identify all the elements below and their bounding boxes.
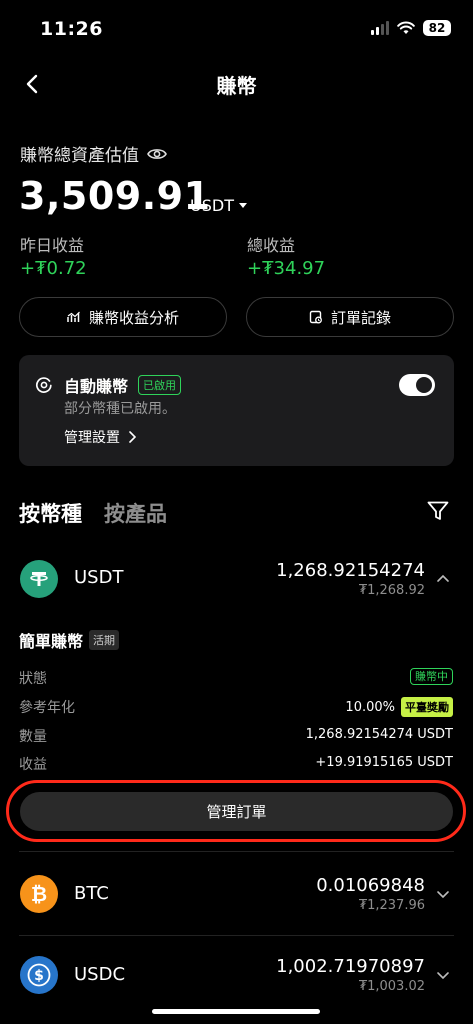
auto-earn-toggle[interactable] (399, 374, 435, 396)
coin-name-usdt: USDT (74, 567, 124, 588)
status-label: 狀態 (19, 671, 47, 687)
page-title: 賺幣 (216, 74, 257, 98)
chart-icon (67, 311, 80, 322)
apr-value-wrap: 10.00% 平臺獎勵 (345, 697, 453, 717)
divider (19, 935, 454, 936)
earnings-analysis-label: 賺幣收益分析 (88, 308, 179, 327)
auto-earn-subtitle: 部分幣種已啟用。 (64, 401, 176, 417)
earnings-analysis-button[interactable]: 賺幣收益分析 (19, 297, 227, 337)
svg-text:$: $ (34, 968, 44, 984)
order-history-button[interactable]: 訂單記錄 (246, 297, 454, 337)
currency-label: USDT (190, 196, 234, 215)
coin-fiat-btc: ₮1,237.96 (358, 898, 425, 913)
quantity-value: 1,268.92154274 USDT (305, 727, 453, 742)
coin-name-btc: BTC (74, 883, 109, 904)
status-badge: 賺幣中 (410, 668, 453, 685)
status-icons: 82 (371, 20, 451, 36)
status-value-wrap: 賺幣中 (410, 668, 453, 685)
auto-earn-icon (35, 377, 52, 393)
earnings-label: 收益 (19, 757, 47, 773)
divider (19, 851, 454, 852)
total-assets-label-text: 賺幣總資產估值 (20, 146, 139, 166)
total-assets-value: 3,509.91 (19, 174, 211, 218)
enabled-badge: 已啟用 (138, 375, 181, 395)
total-earnings-value: +₮34.97 (247, 258, 326, 279)
usdc-logo-icon: $ (20, 956, 58, 994)
simple-earn-title-text: 簡單賺幣 (19, 632, 84, 651)
total-earnings-label: 總收益 (247, 236, 296, 255)
apr-value: 10.00% (345, 699, 395, 715)
coin-amount-btc: 0.01069848 (316, 875, 425, 896)
btc-logo-icon: ₿ (20, 875, 58, 913)
manage-settings-label: 管理設置 (64, 430, 120, 446)
home-indicator[interactable] (152, 1009, 320, 1014)
chevron-down-icon[interactable] (436, 971, 450, 980)
signal-icon (371, 21, 389, 35)
currency-selector[interactable]: USDT (190, 196, 247, 215)
usdt-logo-icon (20, 560, 58, 598)
earnings-value: +19.91915165 USDT (315, 755, 453, 770)
tab-by-coin[interactable]: 按幣種 (19, 498, 82, 528)
coin-name-usdc: USDC (74, 964, 126, 985)
chevron-right-icon (129, 431, 136, 443)
coin-fiat-usdt: ₮1,268.92 (358, 583, 425, 598)
manage-settings-link[interactable]: 管理設置 (64, 427, 136, 447)
coin-fiat-usdc: ₮1,003.02 (358, 979, 425, 994)
flexible-tag: 活期 (89, 630, 120, 650)
coin-amount-usdt: 1,268.92154274 (276, 560, 425, 581)
manage-order-button[interactable]: 管理訂單 (20, 792, 453, 831)
eye-icon[interactable] (147, 147, 167, 161)
platform-reward-badge[interactable]: 平臺獎勵 (401, 697, 453, 717)
chevron-down-icon[interactable] (436, 890, 450, 899)
clock-document-icon (309, 310, 322, 324)
caret-down-icon (238, 202, 247, 208)
tab-by-product[interactable]: 按產品 (104, 498, 167, 528)
filter-icon[interactable] (427, 501, 449, 521)
chevron-up-icon[interactable] (436, 574, 450, 583)
auto-earn-title: 自動賺幣 (64, 377, 129, 396)
coin-amount-usdc: 1,002.71970897 (276, 956, 425, 977)
yesterday-earnings-value: +₮0.72 (20, 258, 87, 279)
yesterday-earnings-label: 昨日收益 (20, 236, 85, 255)
status-time: 11:26 (40, 18, 103, 40)
total-assets-label: 賺幣總資產估值 (20, 141, 167, 166)
simple-earn-title: 簡單賺幣 活期 (19, 628, 120, 652)
apr-label: 參考年化 (19, 700, 75, 716)
wifi-icon (397, 21, 415, 34)
quantity-label: 數量 (19, 729, 47, 745)
order-history-label: 訂單記錄 (330, 308, 391, 327)
battery-icon: 82 (423, 20, 451, 36)
